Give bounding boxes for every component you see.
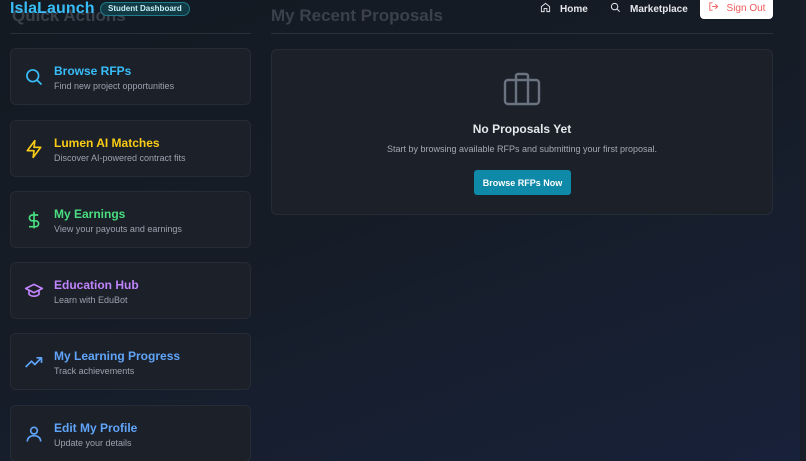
quick-action-browse-rfps[interactable]: Browse RFPs Find new project opportuniti…	[10, 48, 251, 105]
browse-rfps-button[interactable]: Browse RFPs Now	[474, 170, 571, 195]
lightning-icon	[24, 139, 44, 159]
sign-out-label: Sign Out	[726, 2, 766, 14]
logout-icon	[708, 1, 719, 15]
scrollbar[interactable]	[800, 0, 806, 461]
card-title: Browse RFPs	[54, 64, 132, 78]
app-logo[interactable]: IslaLaunch	[10, 0, 95, 18]
sign-out-button[interactable]: Sign Out	[700, 0, 773, 19]
card-title: Lumen AI Matches	[54, 136, 160, 150]
card-title: Education Hub	[54, 278, 139, 292]
card-subtitle: Find new project opportunities	[54, 81, 175, 91]
graduation-cap-icon	[24, 281, 44, 301]
empty-state-subtitle: Start by browsing available RFPs and sub…	[386, 144, 658, 154]
card-subtitle: Update your details	[54, 438, 132, 448]
user-icon	[24, 424, 44, 444]
nav-marketplace[interactable]: Marketplace	[610, 2, 688, 16]
briefcase-icon	[503, 71, 541, 107]
dashboard-badge: Student Dashboard	[100, 2, 190, 16]
search-icon	[24, 67, 44, 87]
card-title: My Earnings	[54, 207, 126, 221]
dollar-icon	[24, 210, 44, 230]
divider	[271, 33, 773, 34]
card-subtitle: Learn with EduBot	[54, 295, 128, 305]
card-subtitle: View your payouts and earnings	[54, 224, 182, 234]
nav-marketplace-label: Marketplace	[630, 3, 688, 15]
quick-action-earnings[interactable]: My Earnings View your payouts and earnin…	[10, 191, 251, 248]
nav-home-label: Home	[560, 3, 588, 15]
divider	[10, 33, 251, 34]
top-header: IslaLaunch Student Dashboard Home Market…	[0, 0, 806, 20]
card-title: My Learning Progress	[54, 349, 181, 363]
trending-up-icon	[24, 352, 44, 372]
quick-action-learning-progress[interactable]: My Learning Progress Track achievements	[10, 333, 251, 390]
card-title: Edit My Profile	[54, 421, 138, 435]
empty-state-title: No Proposals Yet	[472, 122, 572, 136]
card-subtitle: Track achievements	[54, 366, 135, 376]
quick-action-lumen-ai[interactable]: Lumen AI Matches Discover AI-powered con…	[10, 120, 251, 177]
quick-action-edit-profile[interactable]: Edit My Profile Update your details	[10, 405, 251, 461]
proposals-panel: No Proposals Yet Start by browsing avail…	[271, 49, 773, 215]
nav-home[interactable]: Home	[540, 2, 588, 16]
quick-action-education-hub[interactable]: Education Hub Learn with EduBot	[10, 262, 251, 319]
home-icon	[540, 2, 551, 16]
search-icon	[610, 2, 621, 16]
card-subtitle: Discover AI-powered contract fits	[54, 153, 186, 163]
